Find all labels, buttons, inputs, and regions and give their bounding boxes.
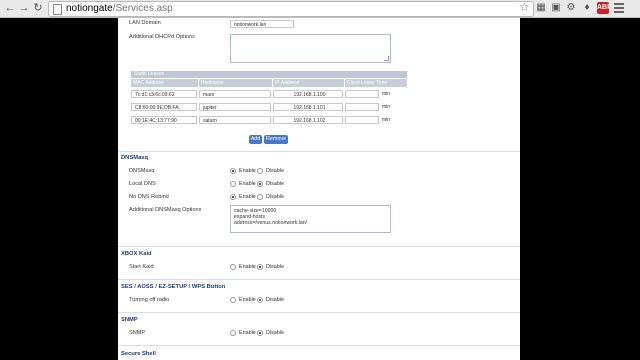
lease-ip-input[interactable]: 192.168.1.100 [273,90,343,98]
dhcpd-options-textarea[interactable] [230,34,391,63]
extension-icon[interactable]: ♦ [581,2,593,14]
lease-unit: min [382,117,391,123]
radio-disable-label: Disable [266,168,284,174]
snmp-section-title: SNMP [121,317,138,323]
radio-disable-label: Disable [266,181,284,187]
section-divider [118,246,520,247]
url-text: notiongate/Services.asp [66,3,173,14]
lease-mac-input[interactable]: C8:60:00:9E:DB:FA [131,103,197,111]
dnsmasq-options-label: Additional DNSMasq Options [129,207,202,213]
browser-toolbar: ← → ↻ notiongate/Services.asp ☆ ▦ ▣ ⚙ ♦ … [0,0,640,18]
lease-ip-input[interactable]: 192.168.1.101 [273,103,343,111]
col-ip: IP Address [273,79,344,87]
extension-icon[interactable]: ▦ [535,2,547,14]
page-icon [53,4,62,15]
no-dns-rebind-label: No DNS Rebind [129,194,169,200]
url-path: /Services.asp [112,3,173,14]
lease-mac-input[interactable]: 7c:d1:c3:6c:09:62 [131,90,197,98]
extension-icon[interactable]: ▣ [550,2,562,14]
dhcpd-options-label: Additional DHCPd Options [129,34,195,40]
dnsmasq-enable-radio[interactable] [230,168,236,174]
dnsmasq-options-textarea[interactable]: cache-size=10000 expand-hosts address=/v… [230,205,391,233]
start-kaid-label: Start Kaid [129,264,154,270]
local-dns-enable-radio[interactable] [230,181,236,187]
ses-section-title: SES / AOSS / EZ-SETUP / WPS Button [121,284,226,290]
lease-hostname-input[interactable]: saturn [199,116,271,124]
lease-unit: min [382,104,391,110]
lease-unit: min [382,91,391,97]
radio-enable-label: Enable [239,168,256,174]
dnsmasq-label: DNSMasq [129,168,155,174]
turning-off-radio-label: Turning off radio [129,297,170,303]
remove-lease-button[interactable]: Remove [264,135,288,144]
kaid-disable-radio[interactable] [257,264,263,270]
lan-domain-label: LAN Domain [129,20,161,26]
radio-enable-label: Enable [239,181,256,187]
radio-enable-label: Enable [239,264,256,270]
radio-disable-label: Disable [266,194,284,200]
resize-grip[interactable] [384,56,389,61]
radio-disable-label: Disable [266,297,284,303]
section-divider [118,151,520,152]
add-lease-button[interactable]: Add [249,135,262,144]
local-dns-label: Local DNS [129,181,156,187]
back-icon[interactable]: ← [4,2,16,14]
menu-icon[interactable] [614,3,624,15]
lease-time-input[interactable] [345,103,379,111]
bookmark-star-icon[interactable]: ☆ [519,0,530,14]
ssh-section-title: Secure Shell [121,351,156,357]
lease-mac-input[interactable]: 00:1E:4C:13:77:90 [131,116,197,124]
wrench-icon[interactable]: ⚙ [565,2,577,14]
static-leases-header: Static Leases [131,71,407,78]
col-lease-time: Client Lease Time [345,79,407,87]
reload-icon[interactable]: ↻ [32,2,44,14]
ses-disable-radio[interactable] [257,297,263,303]
local-dns-disable-radio[interactable] [257,181,263,187]
no-dns-rebind-disable-radio[interactable] [257,194,263,200]
col-hostname: Hostname [199,79,272,87]
lease-hostname-input[interactable]: jupiter [199,103,271,111]
snmp-label: SNMP [129,330,146,336]
lease-hostname-input[interactable]: mars [199,90,271,98]
dnsmasq-disable-radio[interactable] [257,168,263,174]
radio-enable-label: Enable [239,330,256,336]
dnsmasq-section-title: DNSMasq [121,155,149,161]
col-mac: MAC Address [131,79,198,87]
no-dns-rebind-enable-radio[interactable] [230,194,236,200]
url-host: notiongate [66,3,113,14]
radio-disable-label: Disable [266,264,284,270]
router-services-page: LAN Domain notionwork.lan Additional DHC… [118,18,520,360]
section-divider [118,345,520,346]
snmp-disable-radio[interactable] [257,330,263,336]
adblock-icon[interactable]: ABP [597,2,612,14]
lease-time-input[interactable] [345,90,379,98]
lease-ip-input[interactable]: 192.168.1.102 [273,116,343,124]
radio-disable-label: Disable [266,330,284,336]
lan-domain-input[interactable]: notionwork.lan [230,20,294,28]
forward-icon[interactable]: → [18,2,30,14]
section-divider [118,279,520,280]
snmp-enable-radio[interactable] [230,330,236,336]
radio-enable-label: Enable [239,297,256,303]
xbox-section-title: XBOX Kaid [121,251,152,257]
radio-enable-label: Enable [239,194,256,200]
kaid-enable-radio[interactable] [230,264,236,270]
ses-enable-radio[interactable] [230,297,236,303]
lease-time-input[interactable] [345,116,379,124]
section-divider [118,312,520,313]
address-bar[interactable]: notiongate/Services.asp [48,1,534,17]
